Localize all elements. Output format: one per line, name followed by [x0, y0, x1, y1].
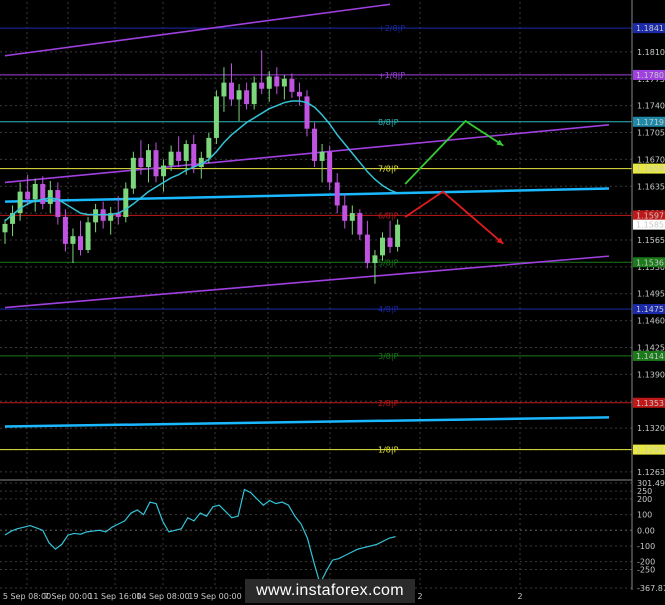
- murrey-level-label: 2/8|P: [378, 399, 399, 408]
- level-price-tag: 1.1780: [636, 71, 664, 80]
- candle-body: [32, 183, 38, 200]
- candle-body: [25, 191, 31, 200]
- candle-body: [380, 237, 385, 256]
- candle-body: [342, 205, 348, 221]
- level-price-tag: 1.1292: [636, 446, 664, 455]
- indicator-tick-label: -367.870: [637, 584, 665, 593]
- murrey-level-label: 5/8|P: [378, 258, 399, 267]
- candle-body: [349, 213, 355, 221]
- price-tick-label: 1.1565: [637, 236, 665, 245]
- level-price-tag: 1.1719: [636, 118, 664, 127]
- candle-body: [191, 144, 197, 168]
- price-tick-label: 1.1460: [637, 317, 665, 326]
- price-tick-label: 1.1263: [637, 468, 665, 477]
- candle-body: [312, 128, 318, 161]
- murrey-level-label: +2/8|P: [378, 24, 405, 33]
- candle-body: [47, 190, 53, 204]
- candle-body: [145, 150, 151, 168]
- candle-body: [2, 223, 8, 233]
- candle-body: [40, 183, 46, 204]
- candle-body: [138, 157, 144, 168]
- indicator-tick-label: 100: [637, 511, 652, 520]
- candle-body: [229, 82, 234, 100]
- candle-body: [221, 82, 227, 97]
- candle-body: [266, 76, 272, 89]
- candle-body: [334, 182, 340, 206]
- candle-body: [62, 216, 68, 244]
- candle-body: [289, 78, 295, 92]
- time-tick-label: 14 Sep 08:00: [136, 592, 189, 601]
- indicator-tick-label: -100: [637, 542, 655, 551]
- level-price-tag: 1.1414: [636, 352, 664, 361]
- current-price-tag: 1.1585: [636, 221, 664, 230]
- candle-body: [130, 157, 136, 189]
- time-tick-label: 7 Sep 00:00: [44, 592, 92, 601]
- murrey-level-label: +1/8|P: [378, 71, 405, 80]
- candle-body: [93, 209, 99, 223]
- candle-body: [251, 82, 257, 105]
- level-price-tag: 1.1475: [636, 305, 664, 314]
- price-tick-label: 1.1740: [637, 102, 665, 111]
- candle-body: [78, 236, 83, 250]
- murrey-level-label: 8/8|P: [378, 118, 399, 127]
- murrey-level-label: 6/8|P: [378, 211, 399, 220]
- indicator-tick-label: -250: [637, 566, 655, 575]
- candle-body: [236, 90, 242, 100]
- time-tick-label: 2: [417, 592, 422, 601]
- level-price-tag: 1.1536: [636, 258, 664, 267]
- murrey-level-label: 1/8|P: [378, 446, 399, 455]
- candle-body: [55, 190, 61, 217]
- candle-body: [281, 78, 287, 87]
- price-tick-label: 1.1495: [637, 290, 665, 299]
- candle-body: [327, 151, 333, 183]
- candle-body: [123, 188, 129, 217]
- watermark-text: www.instaforex.com: [245, 579, 415, 603]
- price-tick-label: 1.1670: [637, 155, 665, 164]
- candle-body: [70, 236, 76, 244]
- level-price-tag: 1.1353: [636, 399, 664, 408]
- candle-body: [357, 213, 363, 235]
- time-tick-label: 19 Sep 00:00: [188, 592, 241, 601]
- candle-body: [395, 224, 401, 247]
- candle-body: [206, 137, 212, 158]
- candle-body: [364, 234, 370, 264]
- price-tick-label: 1.1390: [637, 370, 665, 379]
- candle-body: [274, 76, 280, 87]
- candle-body: [153, 150, 159, 177]
- candle-body: [387, 237, 393, 247]
- time-tick-label: 11 Sep 16:00: [88, 592, 141, 601]
- price-tick-label: 1.1810: [637, 48, 665, 57]
- candle-body: [372, 255, 378, 264]
- time-tick-label: 2: [517, 592, 522, 601]
- candle-body: [161, 165, 167, 177]
- level-price-tag: 1.1658: [636, 165, 664, 174]
- top-price-tag: 1.1841: [636, 24, 664, 33]
- murrey-level-label: 3/8|P: [378, 352, 399, 361]
- candle-body: [183, 144, 189, 161]
- price-tick-label: 1.1635: [637, 182, 665, 191]
- candle-body: [259, 82, 265, 89]
- candle-body: [176, 151, 182, 161]
- price-tick-label: 1.1705: [637, 129, 665, 138]
- murrey-level-label: 7/8|P: [378, 165, 399, 174]
- candle-body: [304, 96, 310, 129]
- candle-body: [85, 222, 91, 250]
- price-tick-label: 1.1320: [637, 424, 665, 433]
- murrey-level-label: 4/8|P: [378, 305, 399, 314]
- candle-body: [296, 91, 302, 97]
- candle-body: [244, 90, 250, 105]
- candle-body: [319, 151, 325, 161]
- chart-canvas: 8/8|P 7/8|P 6/8|P 5/8|P 4/8|P 3/8|P 2/8|P 1/8|P…: [0, 0, 665, 605]
- level-price-tag: 1.1597: [636, 211, 664, 220]
- indicator-tick-label: 0.00: [637, 526, 655, 535]
- candle-body: [168, 151, 174, 166]
- indicator-tick-label: 200: [637, 495, 652, 504]
- candle-body: [213, 96, 219, 138]
